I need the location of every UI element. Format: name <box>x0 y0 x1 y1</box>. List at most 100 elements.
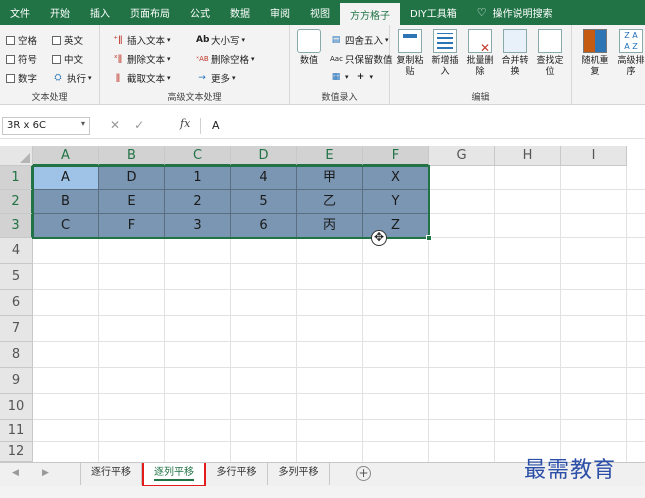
tab-review[interactable]: 审阅 <box>260 0 300 25</box>
copy-paste-button[interactable]: 复制粘贴 <box>393 29 427 78</box>
sheet-tab-label: 逐行平移 <box>91 467 131 478</box>
column-header[interactable]: A <box>33 146 99 166</box>
delete-space-icon: ˣAB <box>196 55 209 63</box>
round-button[interactable]: ▤ 四舍五入 ▾ <box>330 33 389 47</box>
column-header[interactable]: F <box>363 146 429 166</box>
tab-page-layout[interactable]: 页面布局 <box>120 0 180 25</box>
row-header[interactable]: 2 <box>0 190 33 214</box>
delete-space-button[interactable]: ˣAB 删除空格 ▾ <box>196 52 255 66</box>
table-cell[interactable]: 2 <box>165 190 231 214</box>
table-cell[interactable]: 乙 <box>297 190 363 214</box>
tab-file[interactable]: 文件 <box>0 0 40 25</box>
tab-view[interactable]: 视图 <box>300 0 340 25</box>
sheet-tab-row-shift[interactable]: 逐行平移 <box>80 463 142 485</box>
batch-delete-button[interactable]: 批量删除 <box>463 29 497 78</box>
column-header[interactable]: I <box>561 146 627 166</box>
row-header[interactable]: 8 <box>0 342 33 368</box>
tab-tell-me[interactable]: ♡ 操作说明搜索 <box>467 0 563 25</box>
table-cell[interactable]: A <box>33 166 99 190</box>
checkbox-space[interactable]: 空格 <box>6 33 37 47</box>
row-header[interactable]: 11 <box>0 420 33 442</box>
column-header[interactable]: D <box>231 146 297 166</box>
table-cell[interactable]: 1 <box>165 166 231 190</box>
checkbox-english[interactable]: 英文 <box>52 33 83 47</box>
column-header[interactable]: B <box>99 146 165 166</box>
case-button[interactable]: Ab 大小写 ▾ <box>196 33 245 47</box>
case-icon: Ab <box>196 35 210 45</box>
table-cell[interactable]: E <box>99 190 165 214</box>
table-cell[interactable]: 甲 <box>297 166 363 190</box>
table-cell[interactable]: F <box>99 214 165 238</box>
table-cell[interactable]: 4 <box>231 166 297 190</box>
new-insert-button[interactable]: 新增插入 <box>428 29 462 78</box>
add-sheet-button[interactable]: + <box>356 466 371 481</box>
sheet-tab-multi-column-shift[interactable]: 多列平移 <box>268 463 330 485</box>
row-header[interactable]: 9 <box>0 368 33 394</box>
confirm-icon[interactable]: ✓ <box>134 118 158 132</box>
checkbox-box[interactable] <box>6 54 15 64</box>
column-header[interactable]: H <box>495 146 561 166</box>
delete-space-label: 删除空格 <box>211 55 250 66</box>
table-cell[interactable]: 6 <box>231 214 297 238</box>
row-header[interactable]: 1 <box>0 166 33 190</box>
select-all-corner[interactable] <box>0 146 33 166</box>
column-header[interactable]: G <box>429 146 495 166</box>
worksheet-grid[interactable]: A B C D E F G H I 1 2 3 4 5 6 7 8 9 10 11 12 A D 1 4 甲 X B E 2 5 乙 Y C F 3 6… <box>0 146 645 462</box>
merge-convert-icon <box>503 29 527 53</box>
column-header[interactable]: C <box>165 146 231 166</box>
name-box[interactable]: 3R x 6C ▾ <box>2 117 90 135</box>
cancel-icon[interactable]: ✕ <box>110 118 134 132</box>
row-header[interactable]: 12 <box>0 442 33 462</box>
group-advanced-text: ⁺ǁ 插入文本 ▾ ˣǁ 删除文本 ▾ ǁ 截取文本 ▾ Ab 大小写 ▾ ˣAB 删除空格 ▾ →… <box>100 25 290 104</box>
checkbox-number[interactable]: 数字 <box>6 71 37 85</box>
delete-text-button[interactable]: ˣǁ 删除文本 ▾ <box>112 52 171 66</box>
tab-home[interactable]: 开始 <box>40 0 80 25</box>
checkbox-box[interactable] <box>52 54 61 64</box>
checkbox-box[interactable] <box>52 35 61 45</box>
insert-text-button[interactable]: ⁺ǁ 插入文本 ▾ <box>112 33 170 47</box>
formula-input[interactable]: A <box>212 119 220 132</box>
merge-convert-button[interactable]: 合并转换 <box>498 29 532 78</box>
row-header[interactable]: 3 <box>0 214 33 238</box>
value-button[interactable]: 数值 <box>292 29 326 67</box>
checkbox-box[interactable] <box>6 73 15 83</box>
tab-formulas[interactable]: 公式 <box>180 0 220 25</box>
advanced-sort-button[interactable]: Z AA Z 高级排序 <box>614 29 645 78</box>
table-cell[interactable]: D <box>99 166 165 190</box>
sheet-tab-multi-row-shift[interactable]: 多行平移 <box>206 463 268 485</box>
column-header[interactable]: E <box>297 146 363 166</box>
table-cell[interactable]: B <box>33 190 99 214</box>
row-header[interactable]: 7 <box>0 316 33 342</box>
sheet-tab-column-shift[interactable]: 逐列平移 <box>142 463 206 487</box>
tab-data[interactable]: 数据 <box>220 0 260 25</box>
table-cell[interactable]: 丙 <box>297 214 363 238</box>
keep-values-button[interactable]: Aac 只保留数值 <box>330 52 393 66</box>
checkbox-label: 空格 <box>18 36 38 47</box>
extract-text-button[interactable]: ǁ 截取文本 ▾ <box>112 71 171 85</box>
checkbox-chinese[interactable]: 中文 <box>52 52 83 66</box>
row-header[interactable]: 5 <box>0 264 33 290</box>
table-cell[interactable]: 5 <box>231 190 297 214</box>
tab-fangfang-gezi[interactable]: 方方格子 <box>340 3 400 25</box>
scroll-left-icon[interactable]: ◀ <box>12 468 19 478</box>
random-repeat-button[interactable]: 随机重复 <box>578 29 612 78</box>
tab-insert[interactable]: 插入 <box>80 0 120 25</box>
checkbox-box[interactable] <box>6 35 15 45</box>
table-cell[interactable]: 3 <box>165 214 231 238</box>
table-cell[interactable]: X <box>363 166 429 190</box>
chevron-down-icon[interactable]: ▾ <box>81 119 85 128</box>
table-cell[interactable]: Y <box>363 190 429 214</box>
more-button[interactable]: → 更多 ▾ <box>196 71 235 85</box>
checkbox-symbol[interactable]: 符号 <box>6 52 37 66</box>
row-header[interactable]: 4 <box>0 238 33 264</box>
find-locate-button[interactable]: 查找定位 <box>533 29 567 78</box>
row-header[interactable]: 6 <box>0 290 33 316</box>
tab-diy-toolbox[interactable]: DIY工具箱 <box>400 0 467 25</box>
fill-handle[interactable] <box>426 235 432 241</box>
scroll-right-icon[interactable]: ▶ <box>42 468 49 478</box>
execute-button[interactable]: ⛭ 执行 ▾ <box>52 71 91 85</box>
table-cell[interactable]: C <box>33 214 99 238</box>
row-header[interactable]: 10 <box>0 394 33 420</box>
fx-icon[interactable]: fx <box>180 117 190 130</box>
numeric-extra-buttons[interactable]: ▦ ▾ + ▾ <box>330 71 373 83</box>
